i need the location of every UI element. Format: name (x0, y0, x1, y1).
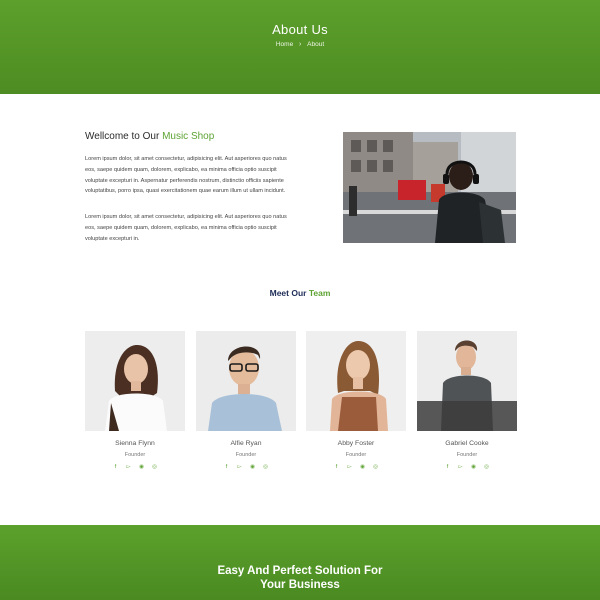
team-member-card: Abby Foster Founder f ▻ ◉ ◎ (306, 331, 406, 470)
team-member-photo (417, 331, 517, 431)
social-links: f ▻ ◉ ◎ (306, 464, 406, 470)
team-member-role: Founder (345, 452, 367, 458)
twitter-icon[interactable]: ▻ (233, 464, 246, 470)
dribbble-icon[interactable]: ◎ (480, 464, 493, 470)
breadcrumb: Home › About (0, 41, 600, 48)
team-member-name: Alfie Ryan (230, 440, 262, 447)
pinterest-icon[interactable]: ◉ (135, 464, 148, 470)
twitter-icon[interactable]: ▻ (454, 464, 467, 470)
team-member-role: Founder (235, 452, 257, 458)
welcome-paragraph-1: Lorem ipsum dolor, sit amet consectetur,… (85, 156, 287, 195)
team-member-card: Sienna Flynn Founder f ▻ ◉ ◎ (85, 331, 185, 470)
team-member-card: Gabriel Cooke Founder f ▻ ◉ ◎ (417, 331, 517, 470)
team-member-role: Founder (456, 452, 478, 458)
breadcrumb-current: About (307, 41, 325, 48)
team-member-card: Alfie Ryan Founder f ▻ ◉ ◎ (196, 331, 296, 470)
team-member-photo (196, 331, 296, 431)
team-member-photo (85, 331, 185, 431)
breadcrumb-home-link[interactable]: Home (276, 41, 293, 48)
team-heading-prefix: Meet Our (269, 288, 309, 298)
team-member-role: Founder (124, 452, 146, 458)
page-title: About Us (272, 22, 328, 37)
pinterest-icon[interactable]: ◉ (246, 464, 259, 470)
social-links: f ▻ ◉ ◎ (196, 464, 296, 470)
team-heading: Meet Our Team (0, 288, 600, 298)
cta-heading-line-2: Your Business (260, 579, 340, 591)
team-member-name: Sienna Flynn (115, 440, 155, 447)
page-header-banner: About Us Home › About (0, 0, 600, 94)
twitter-icon[interactable]: ▻ (122, 464, 135, 470)
chevron-right-icon: › (299, 41, 302, 48)
pinterest-icon[interactable]: ◉ (467, 464, 480, 470)
team-member-photo (306, 331, 406, 431)
social-links: f ▻ ◉ ◎ (417, 464, 517, 470)
welcome-heading-prefix: Wellcome to Our (85, 131, 163, 142)
twitter-icon[interactable]: ▻ (343, 464, 356, 470)
welcome-heading-accent: Music Shop (162, 131, 215, 142)
cta-banner: Easy And Perfect Solution For Your Busin… (0, 525, 600, 600)
facebook-icon[interactable]: f (330, 464, 343, 470)
pinterest-icon[interactable]: ◉ (356, 464, 369, 470)
welcome-heading: Wellcome to Our Music Shop (85, 131, 214, 142)
welcome-paragraph-2: Lorem ipsum dolor, sit amet consectetur,… (85, 214, 287, 242)
dribbble-icon[interactable]: ◎ (148, 464, 161, 470)
team-member-name: Gabriel Cooke (445, 440, 489, 447)
facebook-icon[interactable]: f (441, 464, 454, 470)
team-heading-accent: Team (308, 288, 331, 298)
facebook-icon[interactable]: f (109, 464, 122, 470)
dribbble-icon[interactable]: ◎ (369, 464, 382, 470)
cta-heading-line-1: Easy And Perfect Solution For (217, 565, 383, 577)
cta-heading: Easy And Perfect Solution For Your Busin… (0, 564, 600, 592)
about-photo (343, 132, 516, 243)
dribbble-icon[interactable]: ◎ (259, 464, 272, 470)
social-links: f ▻ ◉ ◎ (85, 464, 185, 470)
team-member-name: Abby Foster (337, 440, 375, 447)
facebook-icon[interactable]: f (220, 464, 233, 470)
